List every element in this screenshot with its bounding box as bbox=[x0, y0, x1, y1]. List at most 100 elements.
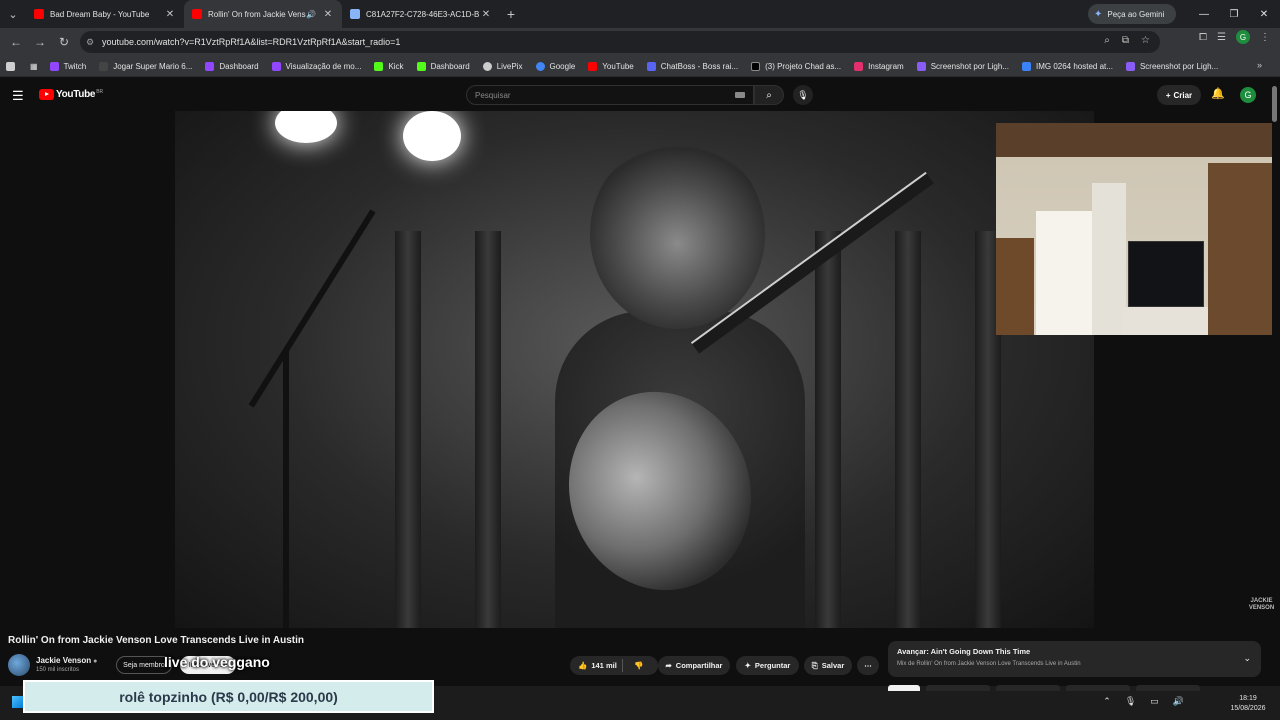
profile-avatar[interactable]: G bbox=[1236, 30, 1250, 44]
filter-chips bbox=[888, 685, 1200, 691]
speaker-icon[interactable]: 🔊 bbox=[306, 10, 316, 19]
bookmark-item[interactable]: Screenshot por Ligh... bbox=[916, 61, 1009, 71]
gemini-button[interactable]: ✦ Peça ao Gemini bbox=[1088, 4, 1176, 24]
install-icon[interactable]: ⧉ bbox=[1122, 35, 1129, 46]
apps-icon[interactable]: ▦ bbox=[30, 62, 38, 71]
zoom-icon[interactable]: ⌕ bbox=[1104, 35, 1110, 46]
browser-toolbar: ← → ↻ ⚙ youtube.com/watch?v=R1VztRpRf1A&… bbox=[0, 28, 1280, 56]
gemini-icon: ✦ bbox=[1094, 8, 1103, 20]
extensions-icon[interactable]: ⧠ bbox=[1199, 32, 1207, 43]
taskbar-clock[interactable]: 18:19 15/08/2026 bbox=[1224, 694, 1272, 714]
youtube-logo[interactable]: YouTube BR bbox=[39, 89, 103, 100]
channel-name[interactable]: Jackie Venson ● bbox=[36, 656, 97, 665]
share-label: Compartilhar bbox=[675, 661, 723, 670]
bookmark-star-icon[interactable]: ☆ bbox=[1141, 35, 1150, 46]
reading-list-icon[interactable]: ☰ bbox=[1217, 32, 1226, 43]
share-button[interactable]: ➦ Compartilhar bbox=[658, 656, 730, 675]
bookmark-item[interactable]: YouTube bbox=[588, 61, 634, 71]
up-next-subtitle: Mix de Rollin' On from Jackie Venson Lov… bbox=[897, 661, 1081, 667]
tab-search-button[interactable]: ⌄ bbox=[0, 0, 26, 28]
chevron-down-icon[interactable]: ⌄ bbox=[1243, 653, 1251, 664]
address-bar[interactable]: ⚙ youtube.com/watch?v=R1VztRpRf1A&list=R… bbox=[80, 31, 1160, 53]
bookmark-item[interactable]: Dashboard bbox=[416, 61, 470, 71]
microphone-icon[interactable]: 🎙 bbox=[1125, 696, 1136, 707]
save-button[interactable]: ⎘ Salvar bbox=[804, 656, 852, 675]
system-tray: ⌃ 🎙 ▭ 🔊 bbox=[1103, 696, 1184, 707]
volume-icon[interactable]: 🔊 bbox=[1173, 696, 1184, 707]
video-player[interactable] bbox=[175, 111, 1094, 628]
search-input[interactable]: Pesquisar bbox=[466, 85, 754, 105]
tab-image[interactable]: C81A27F2-C728-46E3-AC1D-B ✕ bbox=[342, 0, 500, 28]
bookshelf bbox=[1208, 163, 1272, 335]
bookmark-item[interactable]: (3) Projeto Chad as... bbox=[751, 61, 841, 71]
ask-button[interactable]: ✦ Perguntar bbox=[736, 656, 799, 675]
reload-icon[interactable]: ↻ bbox=[52, 30, 76, 54]
youtube-icon bbox=[34, 9, 44, 19]
back-icon[interactable]: ← bbox=[4, 30, 28, 54]
minimize-button[interactable]: — bbox=[1188, 0, 1220, 28]
bookmark-item[interactable]: LivePix bbox=[482, 61, 523, 71]
page-scrollbar[interactable] bbox=[1272, 86, 1277, 122]
doorway bbox=[1092, 183, 1126, 335]
bookmark-item[interactable]: Twitch bbox=[49, 61, 86, 71]
account-avatar[interactable]: G bbox=[1240, 87, 1256, 103]
bookmark-item[interactable]: Screenshot por Ligh... bbox=[1125, 61, 1218, 71]
stream-overlay-text: live do veggano bbox=[164, 654, 270, 670]
tab-title: C81A27F2-C728-46E3-AC1D-B bbox=[366, 9, 480, 19]
chip[interactable] bbox=[926, 685, 990, 691]
tab-title: Rollin' On from Jackie Venso bbox=[208, 9, 307, 19]
close-icon[interactable]: ✕ bbox=[164, 9, 176, 20]
tab-rollin-on[interactable]: Rollin' On from Jackie Venso 🔊 ✕ bbox=[184, 0, 342, 28]
tv-table bbox=[1122, 307, 1212, 335]
chevron-up-icon[interactable]: ⌃ bbox=[1103, 696, 1111, 707]
menu-icon[interactable]: ⋮ bbox=[1260, 32, 1270, 43]
like-dislike-divider bbox=[622, 659, 623, 672]
chip[interactable] bbox=[888, 685, 920, 691]
bookmark-item[interactable]: Google bbox=[535, 61, 575, 71]
curtain-fold bbox=[475, 231, 501, 628]
close-window-button[interactable]: ✕ bbox=[1248, 0, 1280, 28]
bookmark-item[interactable]: ChatBoss - Boss rai... bbox=[646, 61, 738, 71]
site-info-icon[interactable]: ⚙ bbox=[86, 37, 102, 48]
forward-icon[interactable]: → bbox=[28, 30, 52, 54]
up-next-title: Avançar: Ain't Going Down This Time bbox=[897, 647, 1031, 656]
chip[interactable] bbox=[1136, 685, 1200, 691]
like-count: 141 mil bbox=[591, 661, 617, 670]
bookmark-item[interactable]: IMG 0264 hosted at... bbox=[1022, 61, 1113, 71]
more-actions-button[interactable]: ⋯ bbox=[857, 656, 879, 675]
television bbox=[1128, 241, 1204, 307]
create-button[interactable]: + Criar bbox=[1157, 85, 1201, 105]
verified-icon: ● bbox=[93, 658, 98, 665]
mic-stand bbox=[283, 351, 289, 628]
chip[interactable] bbox=[1066, 685, 1130, 691]
bookmark-item[interactable]: Kick bbox=[374, 61, 404, 71]
channel-avatar[interactable] bbox=[8, 654, 30, 676]
search-placeholder: Pesquisar bbox=[475, 90, 511, 100]
bookmark-item[interactable]: Instagram bbox=[854, 61, 904, 71]
close-icon[interactable]: ✕ bbox=[480, 9, 492, 20]
dislike-button[interactable]: 👎 bbox=[626, 656, 652, 675]
up-next-card[interactable]: Avançar: Ain't Going Down This Time Mix … bbox=[888, 641, 1261, 677]
restore-button[interactable]: ❐ bbox=[1218, 0, 1250, 28]
clock-time: 18:19 bbox=[1239, 695, 1257, 702]
network-icon[interactable]: ▭ bbox=[1150, 696, 1159, 707]
search-icon: ⌕ bbox=[766, 89, 772, 101]
mic-boom bbox=[248, 209, 376, 408]
close-icon[interactable]: ✕ bbox=[322, 9, 334, 20]
notifications-bell-icon[interactable]: 🔔 bbox=[1211, 87, 1225, 100]
bookmark-folder-icon[interactable] bbox=[6, 61, 20, 71]
bookmark-item[interactable]: Visualização de mo... bbox=[271, 61, 361, 71]
keyboard-icon[interactable] bbox=[735, 92, 745, 98]
stage-light bbox=[403, 111, 461, 161]
hamburger-menu-icon[interactable]: ☰ bbox=[12, 88, 24, 104]
new-tab-button[interactable]: + bbox=[500, 6, 522, 22]
voice-search-button[interactable]: 🎙 bbox=[793, 85, 813, 105]
more-bookmarks-icon[interactable]: » bbox=[1257, 60, 1262, 70]
bookmark-item[interactable]: Jogar Super Mario 6... bbox=[99, 61, 192, 71]
bookmark-item[interactable]: Dashboard bbox=[205, 61, 259, 71]
tab-bad-dream-baby[interactable]: Bad Dream Baby - YouTube ✕ bbox=[26, 0, 184, 28]
search-button[interactable]: ⌕ bbox=[754, 85, 784, 105]
plus-icon: + bbox=[1165, 90, 1171, 100]
channel-name-text[interactable]: Jackie Venson bbox=[36, 656, 91, 665]
chip[interactable] bbox=[996, 685, 1060, 691]
